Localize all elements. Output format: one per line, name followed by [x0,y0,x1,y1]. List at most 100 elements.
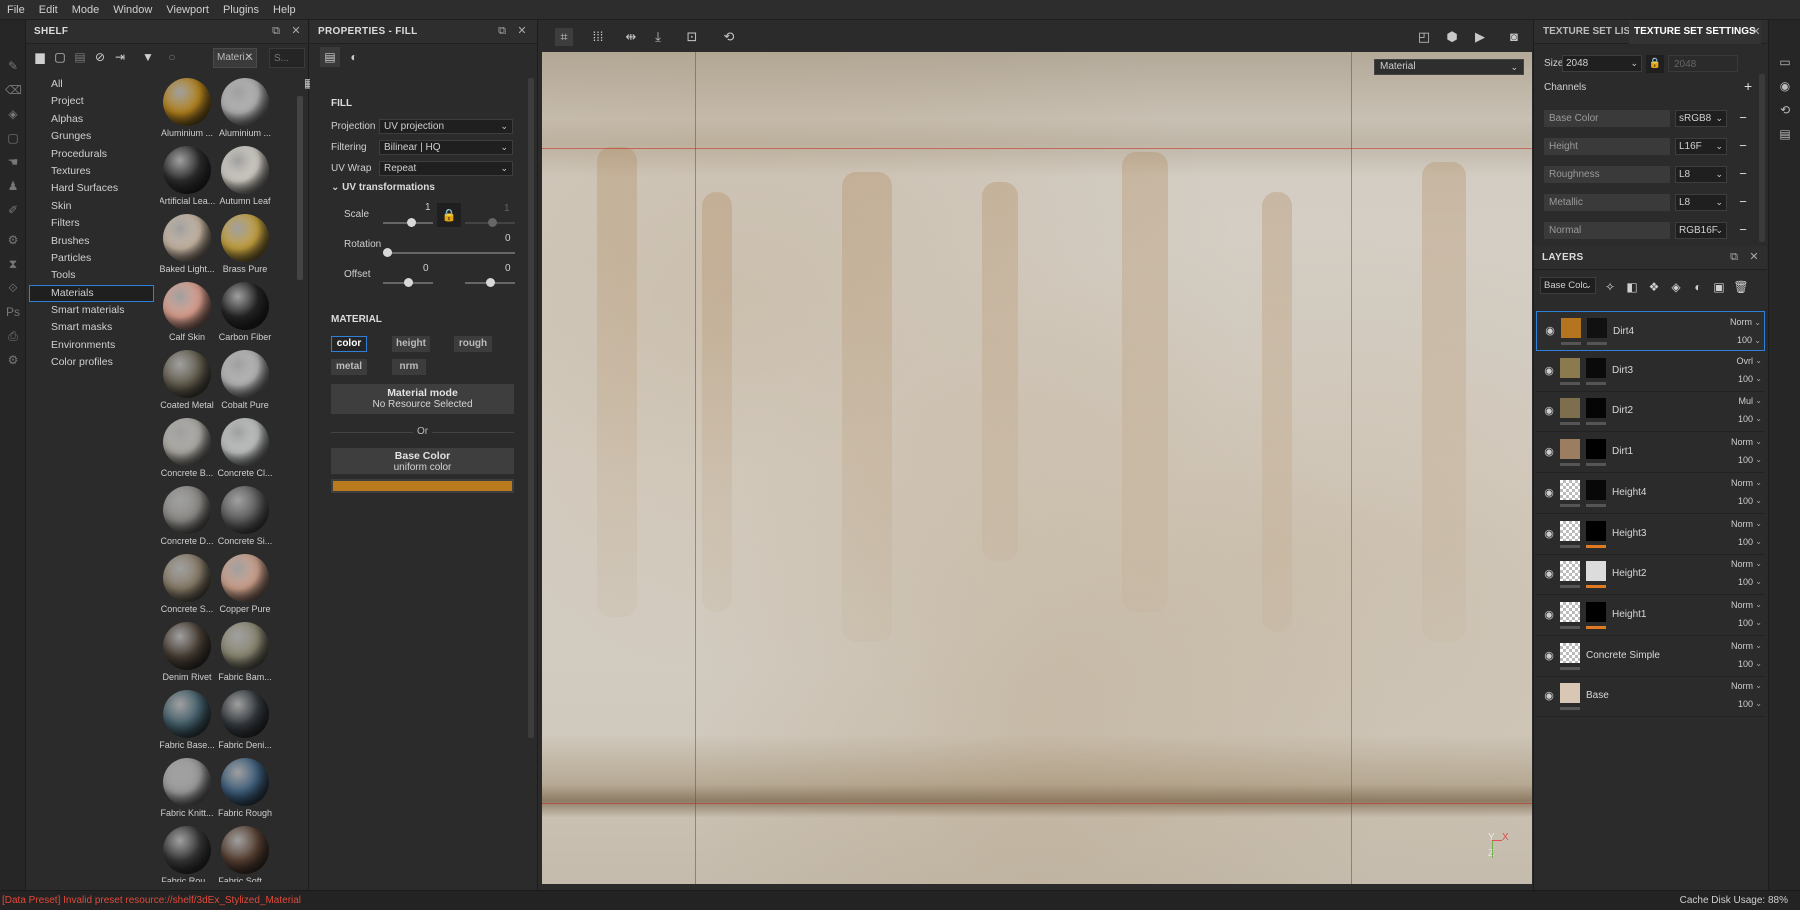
chevron-down-icon[interactable]: ⌄ [1755,519,1762,528]
layer-row[interactable]: ◉ Height2 Norm ⌄ 100 ⌄ [1536,555,1765,596]
chevron-down-icon[interactable]: ⌄ [1755,455,1762,464]
layer-row[interactable]: ◉ Height3 Norm ⌄ 100 ⌄ [1536,514,1765,555]
material-thumbnail[interactable]: Copper Pure [214,552,276,618]
mask-thumbnail[interactable] [1586,479,1606,500]
hide-icon[interactable]: ⊘ [92,49,108,65]
add-mask-icon[interactable]: ◧ [1624,279,1640,295]
database-icon[interactable]: ▤ [72,49,88,65]
chevron-down-icon[interactable]: ⌄ [1755,396,1762,405]
menu-item-mode[interactable]: Mode [65,4,107,16]
float-icon[interactable]: ⧉ [269,24,283,38]
material-thumbnail[interactable]: Fabric Deni... [214,688,276,754]
layer-opacity[interactable]: 100 [1737,334,1752,347]
fill-properties-icon[interactable]: ▤ [320,47,340,67]
material-thumbnail[interactable]: Denim Rivet [160,620,218,686]
shelf-category-brushes[interactable]: Brushes [29,233,154,250]
material-thumbnail[interactable]: Concrete Si... [214,484,276,550]
plugin-icon[interactable]: ⟐ [5,280,21,296]
bake-icon[interactable]: ⚙ [5,232,21,248]
chevron-down-icon[interactable]: ⌄ [1755,356,1762,365]
folder-icon[interactable]: ▆ [32,49,48,65]
layer-row[interactable]: ◉ Dirt4 Norm ⌄ 100 ⌄ [1536,311,1765,351]
lock-icon[interactable]: 🔒 [437,203,461,227]
chevron-down-icon[interactable]: ⌄ [1755,618,1762,627]
layer-thumbnail[interactable] [1561,318,1581,338]
layer-thumbnail[interactable] [1560,439,1580,460]
screenshot-icon[interactable]: ◙ [1505,28,1523,46]
clone-stamp-icon[interactable]: ♟ [5,178,21,194]
eye-icon[interactable]: ◉ [1542,365,1556,377]
material-thumbnail[interactable]: Aluminium ... [214,76,276,142]
material-thumbnail[interactable]: Fabric Bam... [214,620,276,686]
layer-blend-mode[interactable]: Norm [1731,478,1753,488]
shelf-category-environments[interactable]: Environments [29,337,154,354]
remove-channel-icon[interactable]: − [1737,138,1749,154]
uvwrap-select[interactable]: Repeat ⌄ [379,161,513,176]
layer-thumbnail[interactable] [1560,561,1580,582]
add-layer-icon[interactable]: ❖ [1646,279,1662,295]
channel-format-select[interactable]: L16F ⌄ [1675,138,1727,155]
eye-icon[interactable]: ◉ [1542,609,1556,621]
channel-format-select[interactable]: RGB16F ⌄ [1675,222,1727,239]
close-icon[interactable]: ✕ [245,49,253,67]
material-thumbnail[interactable]: Concrete Cl... [214,416,276,482]
chevron-down-icon[interactable]: ⌄ [1755,699,1762,708]
material-mode-button[interactable]: Material mode No Resource Selected [331,384,514,414]
shelf-category-smart-materials[interactable]: Smart materials [29,302,154,319]
layer-channel-select[interactable]: Base Colc ⌄ [1540,277,1596,294]
shelf-category-project[interactable]: Project [29,93,154,110]
material-thumbnail[interactable]: Fabric Soft ... [214,824,276,882]
eye-icon[interactable]: ◉ [1542,446,1556,458]
shelf-category-grunges[interactable]: Grunges [29,128,154,145]
close-icon[interactable]: ✕ [289,24,303,38]
fit-view-icon[interactable]: ⊡ [683,28,701,46]
mask-thumbnail[interactable] [1586,357,1606,378]
eye-icon[interactable]: ◉ [1543,325,1557,337]
tab-texture-set-list[interactable]: TEXTURE SET LIST [1538,20,1641,44]
add-effect-icon[interactable]: ◐ [1690,279,1706,295]
chevron-down-icon[interactable]: ⌄ [1755,641,1762,650]
chevron-down-icon[interactable]: ⌄ [1754,334,1761,347]
geometry-mask-icon[interactable]: ▢ [5,130,21,146]
filtering-select[interactable]: Bilinear | HQ ⌄ [379,140,513,155]
shelf-category-color-profiles[interactable]: Color profiles [29,354,154,371]
chevron-down-icon[interactable]: ⌄ [1755,600,1762,609]
material-thumbnail[interactable]: Fabric Rough [214,756,276,822]
mask-thumbnail[interactable] [1586,398,1606,419]
layer-opacity[interactable]: 100 [1738,496,1753,506]
channel-button-metal[interactable]: metal [331,359,367,375]
add-folder-icon[interactable]: ▣ [1711,279,1727,295]
chevron-down-icon[interactable]: ⌄ [1755,437,1762,446]
tiling-icon[interactable]: ⁞⁞⁞ [589,28,607,46]
channel-button-color[interactable]: color [331,336,367,352]
rotation-slider-knob[interactable] [383,248,392,257]
scale-slider-knob[interactable] [407,218,416,227]
filter-icon[interactable]: ▼ [140,49,156,65]
layer-blend-mode[interactable]: Norm [1731,681,1753,691]
remove-channel-icon[interactable]: − [1737,194,1749,210]
shelf-category-textures[interactable]: Textures [29,163,154,180]
properties-scrollbar[interactable] [528,78,534,738]
material-thumbnail[interactable]: Baked Light... [160,212,218,278]
shelf-category-smart-masks[interactable]: Smart masks [29,319,154,336]
chevron-down-icon[interactable]: ⌄ [1755,478,1762,487]
remove-channel-icon[interactable]: − [1737,166,1749,182]
layer-row[interactable]: ◉ Dirt2 Mul ⌄ 100 ⌄ [1536,392,1765,433]
shelf-category-materials[interactable]: Materials [29,284,154,303]
rotation-slider[interactable] [383,252,515,254]
material-thumbnail[interactable]: Autumn Leaf [214,144,276,210]
layer-thumbnail[interactable] [1560,642,1580,663]
chevron-down-icon[interactable]: ⌄ [1754,316,1761,329]
menu-item-file[interactable]: File [0,4,32,16]
eye-icon[interactable]: ◉ [1542,528,1556,540]
chevron-down-icon[interactable]: ⌄ [1755,577,1762,586]
layer-row[interactable]: ◉ Height1 Norm ⌄ 100 ⌄ [1536,595,1765,636]
scale-slider-2-knob[interactable] [488,218,497,227]
shelf-scrollbar[interactable] [297,96,303,280]
layer-opacity[interactable]: 100 [1738,577,1753,587]
material-thumbnail[interactable]: Concrete B... [160,416,218,482]
add-fill-icon[interactable]: ◈ [1668,279,1684,295]
layer-blend-mode[interactable]: Norm [1731,559,1753,569]
shelf-category-particles[interactable]: Particles [29,250,154,267]
shelf-category-tools[interactable]: Tools [29,267,154,284]
